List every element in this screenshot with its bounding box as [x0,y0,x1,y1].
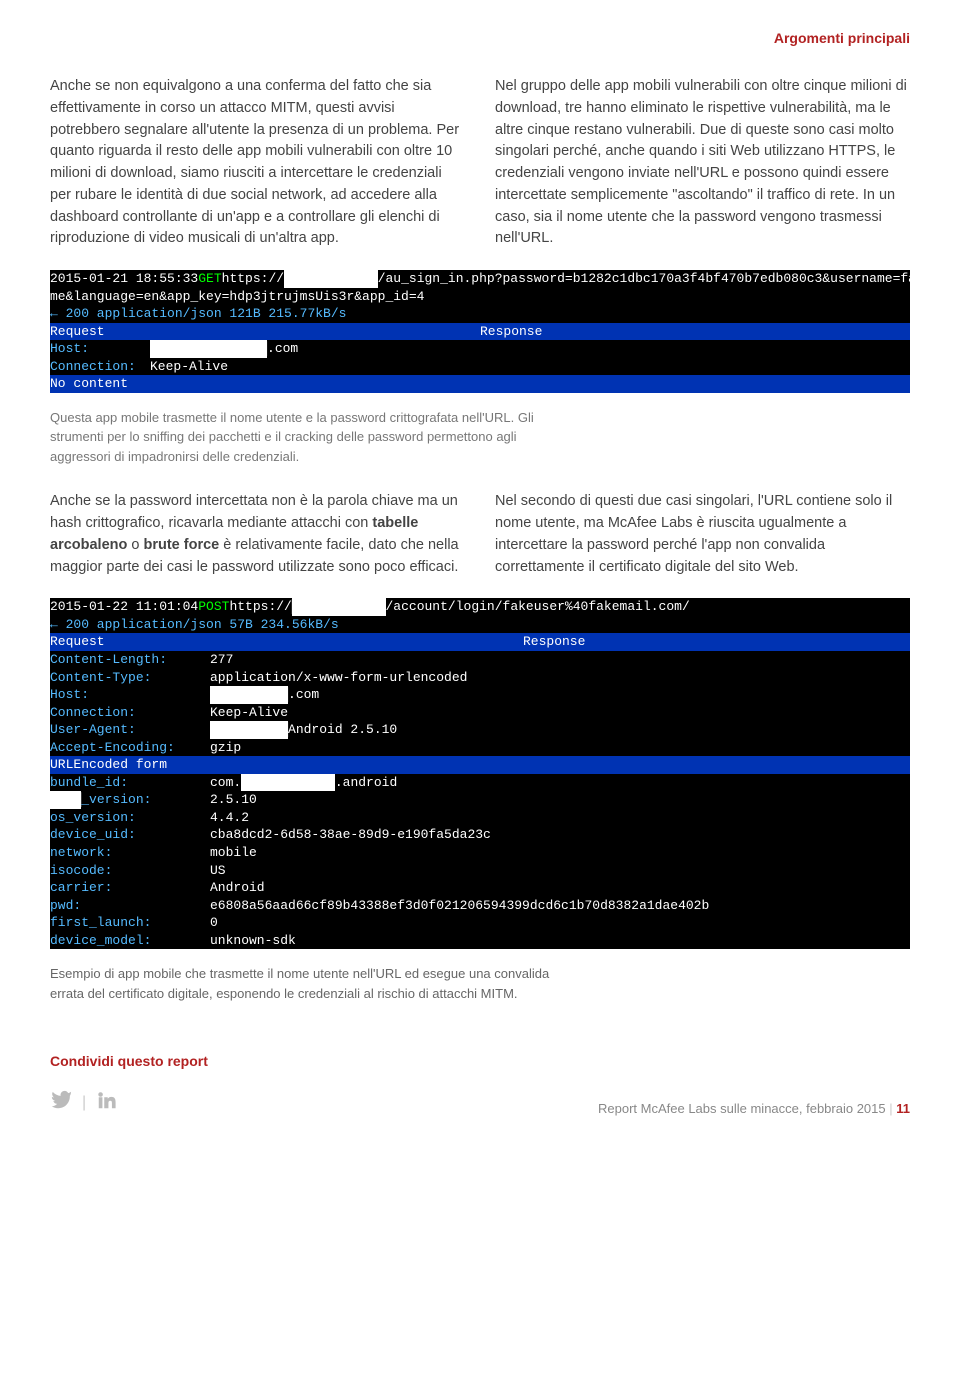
form-key: device_model: [50,932,210,950]
mid-right: Nel secondo di questi due casi singolari… [495,491,910,578]
redact-host-val-1: ███████████████ [150,340,267,358]
ts-1: 2015-01-21 18:55:33 [50,270,198,288]
redact-host-2: ████████████ [292,598,386,616]
method-post: POST [198,598,229,616]
footer-report-title: Report McAfee Labs sulle minacce, febbra… [598,1101,886,1116]
resp-1: ← 200 application/json 121B 215.77kB/s [50,305,346,323]
form-key: os_version: [50,809,210,827]
mid-columns: Anche se la password intercettata non è … [50,491,910,578]
form-key: isocode: [50,862,210,880]
resp-2: ← 200 application/json 57B 234.56kB/s [50,616,339,634]
url-1b: me&language=en&app_key=hdp3jtrujmsUis3r&… [50,288,424,306]
host-val-1: .com [267,340,298,358]
no-content-1: No content [50,375,128,393]
terminal-screenshot-2: 2015-01-22 11:01:04 POST https://███████… [50,598,910,949]
form-header: URLEncoded form [50,756,167,774]
terminal-screenshot-1: 2015-01-21 18:55:33 GET https://████████… [50,270,910,393]
url-1a: /au_sign_in.php?password=b1282c1dbc170a3… [378,270,910,288]
form-key: device_uid: [50,826,210,844]
hdr-key: Accept-Encoding: [50,739,210,757]
form-key: ████_version: [50,791,210,809]
mid-left-mid: o [127,537,143,553]
redact-host-1: ████████████ [284,270,378,288]
response-header-2: Response [523,633,585,651]
share-label: Condividi questo report [50,1053,910,1069]
hdr-key: Content-Type: [50,669,210,687]
linkedin-icon[interactable] [96,1089,118,1116]
method-get: GET [198,270,221,288]
twitter-icon[interactable] [50,1089,72,1116]
mid-left: Anche se la password intercettata non è … [50,491,465,578]
request-header-2: Request [50,633,523,651]
caption-1: Questa app mobile trasmette il nome uten… [50,408,550,467]
url-2: /account/login/fakeuser%40fakemail.com/ [386,598,690,616]
conn-key-1: Connection: [50,358,150,376]
caption-2: Esempio di app mobile che trasmette il n… [50,964,550,1003]
response-header-1: Response [480,323,542,341]
hdr-key: Content-Length: [50,651,210,669]
intro-columns: Anche se non equivalgono a una conferma … [50,76,910,250]
footer: Condividi questo report | Report McAfee … [50,1053,910,1116]
form-key: bundle_id: [50,774,210,792]
scheme-1: https:// [222,270,284,288]
form-key: network: [50,844,210,862]
term-brute-force: brute force [143,537,219,553]
form-key: pwd: [50,897,210,915]
intro-right: Nel gruppo delle app mobili vulnerabili … [495,76,910,250]
header-section-link[interactable]: Argomenti principali [50,30,910,46]
request-header-1: Request [50,323,480,341]
host-key-1: Host: [50,340,150,358]
form-key: first_launch: [50,914,210,932]
hdr-key: Connection: [50,704,210,722]
form-key: carrier: [50,879,210,897]
page-number: 11 [896,1101,910,1116]
intro-left: Anche se non equivalgono a una conferma … [50,76,465,250]
hdr-key: User-Agent: [50,721,210,739]
scheme-2: https:// [229,598,291,616]
hdr-key: Host: [50,686,210,704]
ts-2: 2015-01-22 11:01:04 [50,598,198,616]
conn-val-1: Keep-Alive [150,358,228,376]
